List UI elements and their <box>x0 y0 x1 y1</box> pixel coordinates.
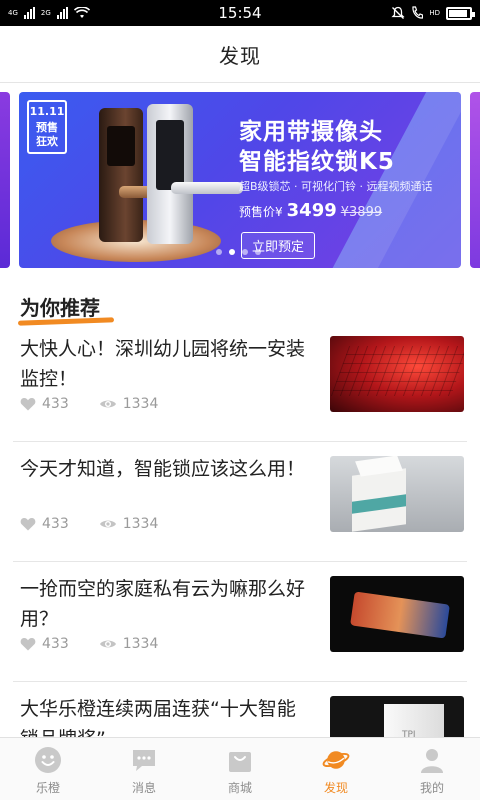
carousel-indicator[interactable] <box>216 249 261 255</box>
article-title[interactable]: 今天才知道，智能锁应该这么用！ <box>20 454 310 484</box>
bottom-tab-bar: 乐橙 消息 商城 发现 我的 <box>0 737 480 800</box>
banner-title-line2: 智能指纹锁K5 <box>239 149 395 175</box>
carousel-dot[interactable] <box>255 249 261 255</box>
heart-icon[interactable] <box>20 397 36 411</box>
message-icon <box>133 750 155 771</box>
banner-carousel[interactable]: 11.11 预售 狂欢 家用带摄像头 智能指纹锁K5 超B级锁芯 · 可视化门铃… <box>0 92 480 270</box>
banner-slide[interactable]: 11.11 预售 狂欢 家用带摄像头 智能指纹锁K5 超B级锁芯 · 可视化门铃… <box>19 92 461 268</box>
tab-label: 消息 <box>131 781 156 795</box>
banner-next-peek[interactable] <box>470 92 480 268</box>
banner-features: 超B级锁芯 · 可视化门铃 · 远程视频通话 <box>239 180 433 193</box>
status-time: 15:54 <box>218 4 262 22</box>
article-thumbnail[interactable] <box>330 456 464 532</box>
heart-icon[interactable] <box>20 637 36 651</box>
badge-line-presale: 预售 <box>36 121 58 134</box>
eye-icon <box>99 400 116 408</box>
like-count: 433 <box>42 516 69 532</box>
door-lock-silver-image <box>147 104 243 244</box>
article-meta: 433 1334 <box>20 636 158 652</box>
article-thumbnail[interactable] <box>330 336 464 412</box>
article-item[interactable]: 今天才知道，智能锁应该这么用！ 433 1334 <box>13 442 467 562</box>
view-count: 1334 <box>122 396 159 412</box>
bag-icon <box>229 752 251 772</box>
tab-messages[interactable]: 消息 <box>96 738 192 800</box>
badge-line-carnival: 狂欢 <box>36 135 58 148</box>
tab-label: 乐橙 <box>35 781 60 795</box>
door-lock-bronze-image <box>99 108 179 242</box>
like-count: 433 <box>42 636 69 652</box>
banner-title-line1: 家用带摄像头 <box>239 119 383 145</box>
page-header: 发现 <box>0 26 480 83</box>
badge-date: 11.11 <box>29 105 65 118</box>
original-price: ¥3899 <box>340 205 383 220</box>
eye-icon <box>99 640 116 648</box>
person-icon <box>421 749 443 773</box>
carousel-dot[interactable] <box>242 249 248 255</box>
like-count: 433 <box>42 396 69 412</box>
tab-store[interactable]: 商城 <box>192 738 288 800</box>
carousel-dot[interactable] <box>229 249 235 255</box>
article-title[interactable]: 大快人心！深圳幼儿园将统一安装监控！ <box>20 334 310 394</box>
article-meta: 433 1334 <box>20 516 158 532</box>
eye-icon <box>99 520 116 528</box>
article-meta: 433 1334 <box>20 396 158 412</box>
sale-badge: 11.11 预售 狂欢 <box>27 100 67 154</box>
tab-label: 发现 <box>323 781 348 795</box>
battery-icon <box>446 6 475 20</box>
article-feed[interactable]: 大快人心！深圳幼儿园将统一安装监控！ 433 1334 今天才知道，智能锁应该这… <box>0 322 480 772</box>
article-title[interactable]: 一抢而空的家庭私有云为嘛那么好用？ <box>20 574 310 634</box>
heart-icon[interactable] <box>20 517 36 531</box>
tab-discover[interactable]: 发现 <box>288 738 384 800</box>
article-item[interactable]: 大快人心！深圳幼儿园将统一安装监控！ 433 1334 <box>13 322 467 442</box>
price-label: 预售价¥ <box>239 205 283 219</box>
article-thumbnail[interactable] <box>330 576 464 652</box>
banner-price-row: 预售价¥ 3499 ¥3899 <box>239 200 382 221</box>
smile-icon <box>35 747 61 773</box>
status-bar: 4G 2G 15:54 HD <box>0 0 480 26</box>
article-item[interactable]: 一抢而空的家庭私有云为嘛那么好用？ 433 1334 <box>13 562 467 682</box>
carousel-dot[interactable] <box>216 249 222 255</box>
view-count: 1334 <box>122 516 159 532</box>
tab-profile[interactable]: 我的 <box>384 738 480 800</box>
tab-label: 我的 <box>419 781 444 795</box>
banner-prev-peek[interactable] <box>0 92 10 268</box>
section-title: 为你推荐 <box>20 292 100 321</box>
presale-price: 3499 <box>286 200 337 221</box>
tab-lecheng[interactable]: 乐橙 <box>0 738 96 800</box>
view-count: 1334 <box>122 636 159 652</box>
planet-icon <box>322 751 350 769</box>
page-title: 发现 <box>219 43 261 68</box>
battery-fill <box>449 9 467 17</box>
tab-label: 商城 <box>227 781 252 795</box>
